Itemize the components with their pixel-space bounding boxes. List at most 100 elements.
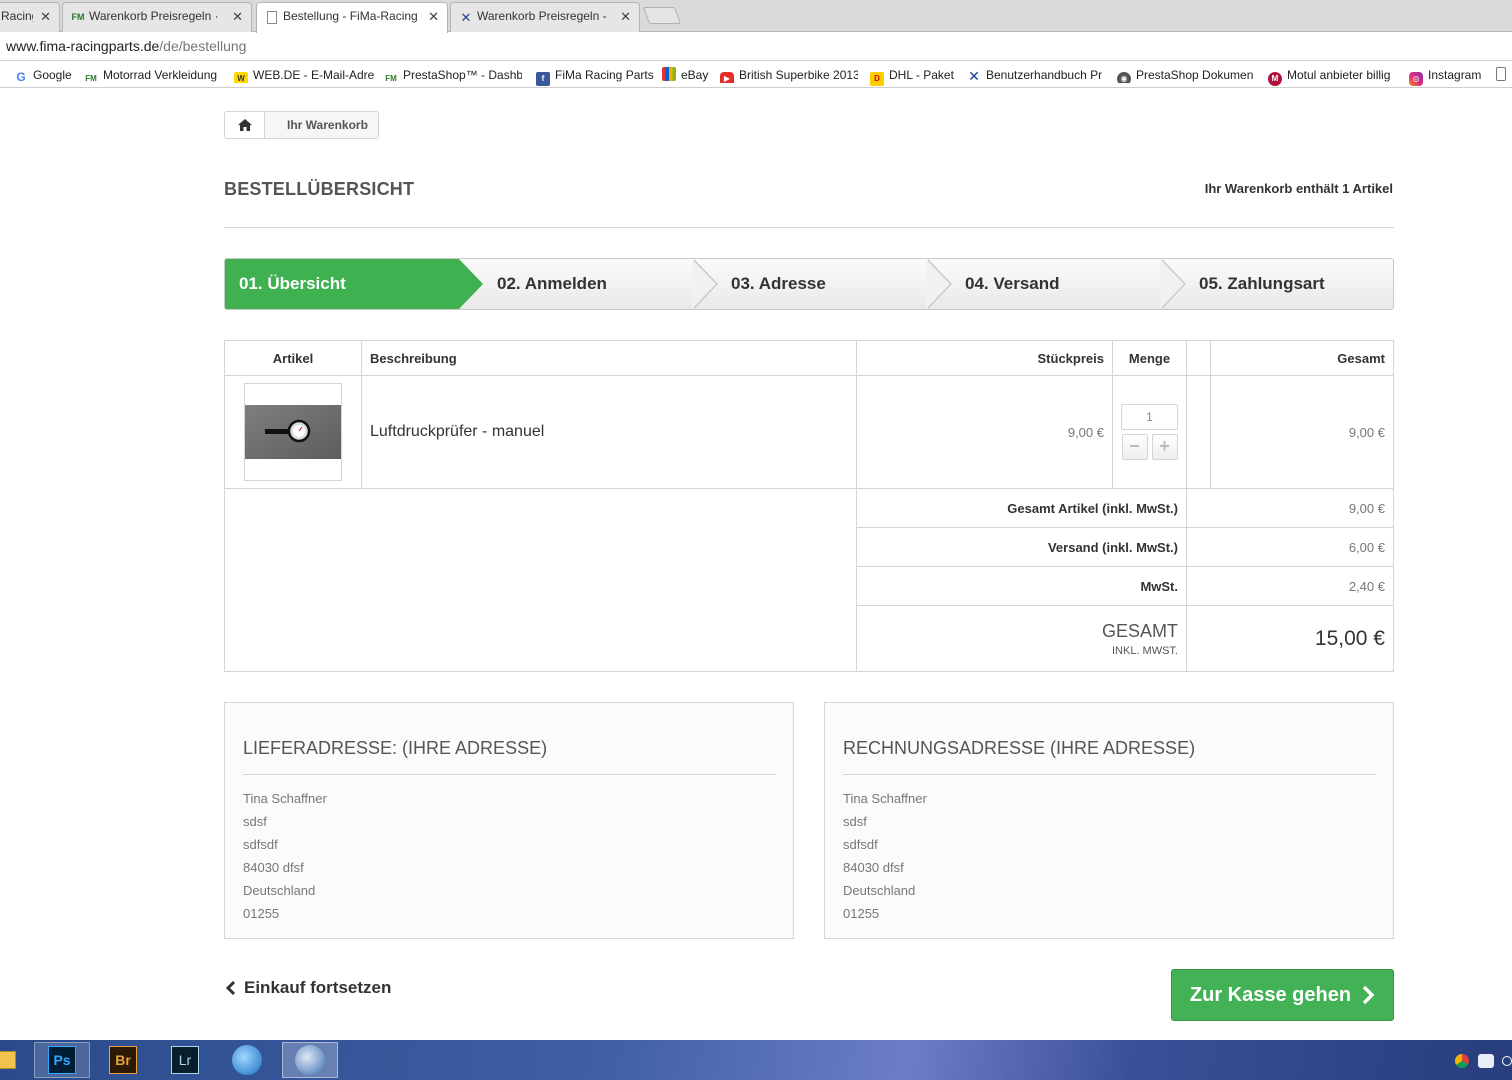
billing-address-box: RECHNUNGSADRESSE (IHRE ADRESSE) Tina Sch…: [824, 702, 1394, 939]
bookmark-ebay[interactable]: eBay: [662, 67, 708, 83]
address-line: Deutschland: [843, 883, 916, 898]
col-actions: [1186, 340, 1211, 376]
breadcrumb-current: Ihr Warenkorb: [265, 112, 378, 138]
tab-title: Bestellung - FiMa-Racing: [283, 9, 418, 23]
bookmark-webde[interactable]: W WEB.DE - E-Mail-Adre: [234, 67, 374, 83]
product-image[interactable]: [244, 383, 342, 481]
step-label: 05. Zahlungsart: [1199, 274, 1325, 293]
step-arrow: [692, 259, 716, 309]
bookmark-label: eBay: [681, 68, 709, 82]
divider: [843, 774, 1376, 775]
bookmarks-bar: G Google FM Motorrad Verkleidung W WEB.DE -…: [0, 62, 1512, 88]
step-label: 02. Anmelden: [497, 274, 607, 293]
product-total: 9,00 €: [1210, 375, 1394, 489]
quantity-decrease-button[interactable]: −: [1121, 434, 1148, 460]
prestashop-icon: ◉: [1117, 72, 1131, 83]
taskbar-lightroom[interactable]: Lr: [160, 1042, 210, 1078]
webde-icon: W: [234, 72, 248, 83]
address-line: 01255: [843, 906, 880, 921]
bookmark-label: PrestaShop™ - Dashb: [403, 68, 522, 82]
product-name[interactable]: Luftdruckprüfer - manuel: [361, 375, 857, 489]
prestashop-favicon-icon: ✕: [460, 10, 472, 25]
step-label: 04. Versand: [965, 274, 1060, 293]
step-adresse[interactable]: 03. Adresse: [731, 259, 921, 309]
checkout-button[interactable]: Zur Kasse gehen: [1171, 969, 1394, 1021]
prestashop-icon: ✕: [968, 68, 980, 83]
close-icon[interactable]: ✕: [40, 3, 51, 30]
bookmark-motorrad[interactable]: FM Motorrad Verkleidung: [84, 67, 224, 83]
bookmark-dhl[interactable]: D DHL - Paket: [870, 67, 954, 86]
cart-table: Artikel Beschreibung Stückpreis Menge Ge…: [224, 340, 1394, 672]
close-icon[interactable]: ✕: [232, 3, 243, 30]
quantity-input[interactable]: 1: [1121, 404, 1178, 430]
tab-title: Warenkorb Preisregeln ·: [89, 9, 219, 23]
step-anmelden[interactable]: 02. Anmelden: [497, 259, 687, 309]
folder-icon: [0, 1051, 16, 1069]
bookmark-label: DHL - Paket: [889, 68, 954, 82]
taskbar-photoshop[interactable]: Ps: [34, 1042, 90, 1078]
bookmark-instagram[interactable]: ◎ Instagram: [1409, 67, 1482, 86]
step-arrow: [926, 259, 950, 309]
summary-value: 9,00 €: [1186, 488, 1394, 528]
summary-label: Versand (inkl. MwSt.): [856, 527, 1187, 567]
motul-icon: M: [1268, 72, 1282, 86]
fima-icon: FM: [85, 74, 97, 83]
tray-cloud-icon[interactable]: [1478, 1054, 1494, 1068]
browser-tab-active[interactable]: Bestellung - FiMa-Racing ✕: [256, 2, 448, 33]
address-line: sdsf: [843, 814, 867, 829]
page-icon: [1496, 67, 1506, 81]
bookmark-motul[interactable]: M Motul anbieter billig: [1268, 67, 1391, 86]
url-text[interactable]: www.fima-racingparts.de/de/bestellung: [6, 38, 246, 54]
col-stueckpreis: Stückpreis: [856, 340, 1113, 376]
taskbar-thunderbird[interactable]: [282, 1042, 338, 1078]
google-icon: G: [16, 70, 26, 84]
thunderbird-icon: [295, 1045, 325, 1075]
breadcrumb-home[interactable]: [225, 112, 265, 138]
tray-chrome-icon[interactable]: [1455, 1054, 1469, 1068]
bookmark-more[interactable]: [1496, 67, 1511, 83]
bookmark-youtube[interactable]: ▶ British Superbike 2013: [720, 67, 858, 83]
bookmark-prestashop-doku[interactable]: ◉ PrestaShop Dokumen: [1117, 67, 1255, 83]
bookmark-benutzerhandbuch[interactable]: ✕ Benutzerhandbuch Pr: [967, 67, 1105, 83]
address-line: sdfsdf: [243, 837, 278, 852]
grand-total-value: 15,00 €: [1186, 605, 1394, 672]
cart-table-header: Artikel Beschreibung Stückpreis Menge Ge…: [224, 340, 1394, 376]
taskbar-explorer[interactable]: [0, 1042, 20, 1078]
browser-tab[interactable]: Racing ✕: [0, 2, 60, 32]
youtube-icon: ▶: [720, 72, 734, 83]
address-line: Tina Schaffner: [843, 791, 927, 806]
address-line: 84030 dfsf: [843, 860, 904, 875]
bookmark-label: FiMa Racing Parts: [555, 68, 654, 82]
close-icon[interactable]: ✕: [620, 3, 631, 30]
breadcrumb: Ihr Warenkorb: [224, 111, 379, 139]
address-line: sdfsdf: [843, 837, 878, 852]
tray-overflow-icon[interactable]: [1502, 1056, 1512, 1066]
bookmark-label: Motul anbieter billig: [1287, 68, 1391, 82]
step-zahlungsart[interactable]: 05. Zahlungsart: [1199, 259, 1389, 309]
bookmark-label: Instagram: [1428, 68, 1482, 82]
summary-value: 6,00 €: [1186, 527, 1394, 567]
taskbar-filezilla[interactable]: [222, 1042, 272, 1078]
divider: [224, 227, 1394, 228]
bookmark-label: British Superbike 2013: [739, 68, 858, 82]
bookmark-fima-facebook[interactable]: f FiMa Racing Parts: [536, 67, 654, 86]
step-uebersicht[interactable]: 01. Übersicht: [225, 259, 459, 309]
bookmark-google[interactable]: G Google: [14, 67, 71, 84]
browser-tab[interactable]: FM Warenkorb Preisregeln · ✕: [62, 2, 252, 32]
new-tab-button[interactable]: [642, 7, 682, 24]
step-versand[interactable]: 04. Versand: [965, 259, 1155, 309]
cart-item-count: Ihr Warenkorb enthält 1 Artikel: [1204, 181, 1393, 196]
close-icon[interactable]: ✕: [428, 3, 439, 30]
grand-total-sublabel: INKL. MWST.: [1111, 644, 1178, 657]
tab-title: Racing: [1, 9, 33, 23]
browser-tab[interactable]: ✕ Warenkorb Preisregeln - ✕: [450, 2, 640, 32]
address-bar[interactable]: www.fima-racingparts.de/de/bestellung: [0, 33, 1512, 61]
continue-label: Einkauf fortsetzen: [244, 978, 392, 997]
grand-total-label-cell: GESAMT INKL. MWST.: [856, 605, 1187, 672]
checkout-steps: 01. Übersicht 02. Anmelden 03. Adresse 0…: [224, 258, 1394, 310]
quantity-increase-button[interactable]: +: [1151, 434, 1178, 460]
taskbar-bridge[interactable]: Br: [98, 1042, 148, 1078]
page-title: BESTELLÜBERSICHT: [224, 179, 415, 199]
bookmark-prestashop-dashboard[interactable]: FM PrestaShop™ - Dashb: [384, 67, 522, 83]
continue-shopping-link[interactable]: Einkauf fortsetzen: [224, 978, 391, 998]
